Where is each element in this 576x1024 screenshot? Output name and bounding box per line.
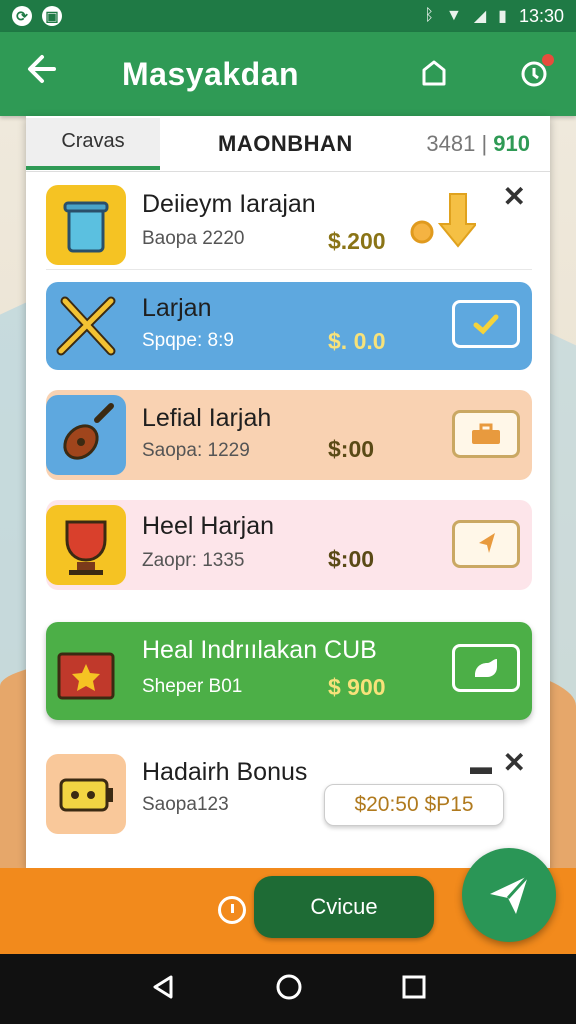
item-name: Heal Indrıılakan CUB: [142, 636, 377, 664]
signal-icon: ◢: [473, 8, 487, 25]
back-nav-icon[interactable]: [149, 973, 177, 1006]
timer-icon: [218, 896, 246, 924]
item-price: $. 0.0: [328, 328, 386, 354]
item-name: Heel Harjan: [142, 512, 275, 540]
gift-box-icon: [46, 631, 126, 711]
pet-button[interactable]: [452, 644, 520, 692]
list-item[interactable]: Hadairh Bonus Saopa123 $20:50 $P15 ▬ ✕: [46, 746, 532, 842]
close-icon[interactable]: ✕: [503, 746, 526, 779]
wifi-icon: ▼: [445, 7, 462, 24]
battery-status-icon: ▮: [498, 8, 507, 25]
item-subtitle: Sheper B01: [142, 676, 243, 697]
list-item[interactable]: Heel Harjan Zaopr: 1335 $:00: [46, 500, 532, 590]
recents-nav-icon[interactable]: [401, 974, 427, 1005]
list-item[interactable]: Larjan Spqpe: 8:9 $. 0.0: [46, 282, 532, 370]
bonus-price-chip[interactable]: $20:50 $P15: [324, 784, 504, 826]
item-subtitle: Saopa123: [142, 794, 229, 815]
section-title: MAONBHAN: [218, 130, 353, 156]
app-title: Masyakdan: [122, 55, 300, 92]
check-button[interactable]: [452, 300, 520, 348]
send-button[interactable]: [462, 848, 556, 942]
share-icon[interactable]: [416, 56, 452, 92]
item-subtitle: Zaopr: 1335: [142, 550, 245, 571]
item-price: $:00: [328, 436, 375, 462]
count-value: 910: [493, 130, 530, 156]
settings-arrow-icon[interactable]: [406, 190, 479, 257]
item-subtitle: Baopa 2220: [142, 228, 245, 249]
trash-can-icon: [46, 184, 126, 265]
image-icon: ▣: [42, 6, 62, 26]
item-price: $:00: [328, 546, 375, 572]
trophy-icon: [46, 505, 126, 585]
back-arrow-icon[interactable]: [24, 51, 76, 97]
battery-icon: [46, 754, 126, 834]
list-item[interactable]: Heal Indrıılakan CUB Sheper B01 $ 900: [46, 622, 532, 720]
tab-strip: Cravas MAONBHAN 3481 | 910: [26, 116, 550, 172]
item-price: $ 900: [328, 674, 386, 700]
status-bar: ⟳ ▣ ᛒ ▼ ◢ ▮ 13:30: [0, 0, 576, 32]
list-item[interactable]: Lefial Iarjah Saopa: 1229 $:00: [46, 390, 532, 480]
app-bar: Masyakdan: [0, 32, 576, 116]
close-icon[interactable]: ✕: [503, 180, 526, 213]
home-nav-icon[interactable]: [275, 973, 303, 1006]
tab-cravas[interactable]: Cravas: [26, 117, 160, 170]
item-count: 3481 | 910: [426, 130, 530, 156]
sync-icon: ⟳: [12, 6, 32, 26]
status-time: 13:30: [518, 5, 564, 26]
paper-plane-icon: [490, 874, 530, 914]
item-price: $.200: [328, 228, 386, 254]
item-name: Deiieym Iarajan: [142, 190, 316, 218]
bluetooth-icon: ᛒ: [424, 7, 434, 24]
minimize-icon[interactable]: ▬: [470, 754, 492, 780]
continue-button[interactable]: Cvicue: [254, 876, 434, 938]
item-subtitle: Spqpe: 8:9: [142, 330, 234, 351]
count-prefix: 3481: [426, 130, 476, 156]
item-name: Hadairh Bonus: [142, 758, 308, 786]
item-subtitle: Saopa: 1229: [142, 440, 250, 461]
guitar-icon: [46, 395, 126, 475]
main-panel: Cravas MAONBHAN 3481 | 910 Deiieym Iaraj…: [26, 116, 550, 868]
item-name: Larjan: [142, 294, 212, 322]
toolbox-button[interactable]: [452, 410, 520, 458]
pin-button[interactable]: [452, 520, 520, 568]
refresh-icon[interactable]: [516, 54, 554, 92]
list-item[interactable]: Deiieym Iarajan Baopa 2220 $.200 ✕: [46, 180, 532, 270]
item-name: Lefial Iarjah: [142, 404, 272, 432]
tools-icon: [46, 286, 126, 366]
system-nav-bar: [0, 954, 576, 1024]
notification-dot: [542, 54, 554, 66]
